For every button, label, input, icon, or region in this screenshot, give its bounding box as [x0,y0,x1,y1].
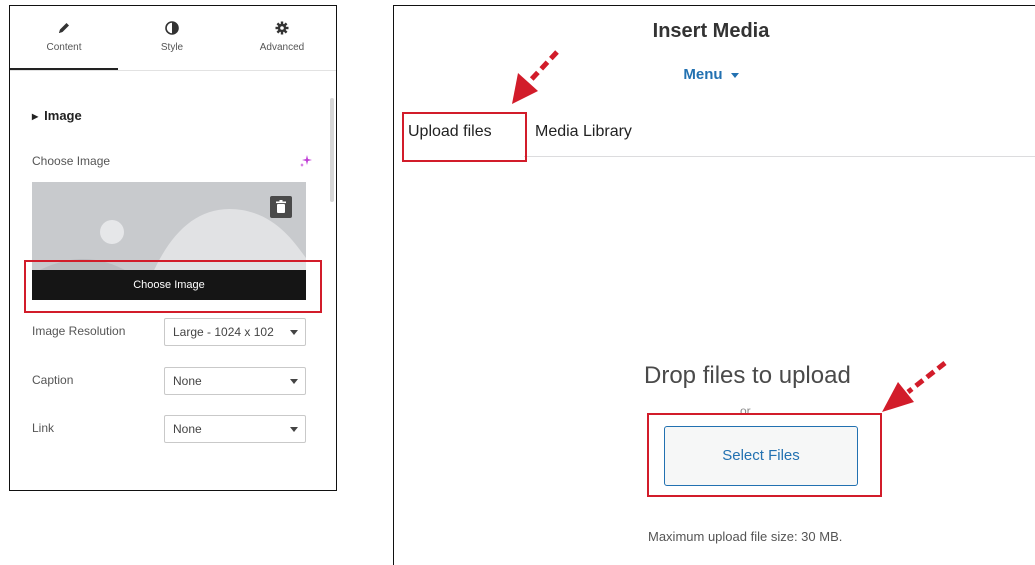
caption-label: Caption [32,373,74,387]
gear-icon [275,21,289,35]
ai-sparkle-icon[interactable] [299,154,313,168]
panel-scrollbar[interactable] [330,98,334,202]
caption-value: None [173,374,202,388]
chevron-down-icon [290,330,298,335]
image-resolution-select[interactable]: Large - 1024 x 102 [164,318,306,346]
tab-divider [10,70,336,71]
max-upload-size: Maximum upload file size: 30 MB. [648,529,843,544]
half-circle-icon [165,21,179,35]
drop-files-text: Drop files to upload [644,362,851,389]
annotation-highlight-upload-files [402,112,527,162]
menu-toggle[interactable]: Menu [394,66,1028,83]
tab-label: Content [46,42,82,53]
menu-label: Menu [683,66,723,83]
choose-image-label: Choose Image [32,154,111,168]
caption-select[interactable]: None [164,367,306,395]
insert-media-modal: Insert Media Menu Upload files Media Lib… [393,5,1035,565]
section-title: Image [44,108,82,123]
link-label: Link [32,421,55,435]
link-select[interactable]: None [164,415,306,443]
tab-media-library[interactable]: Media Library [535,123,632,141]
tab-content[interactable]: Content [10,6,118,68]
chevron-down-icon [730,72,739,78]
tab-label: Advanced [259,42,305,53]
caret-right-icon: ▶ [32,112,39,122]
elementor-panel: Content Style Advanced ▶ Image Choose Ima… [9,5,337,491]
tab-label: Style [160,42,184,53]
annotation-highlight-choose-image [24,260,322,313]
pencil-icon [59,23,69,33]
tab-divider [524,156,1035,157]
image-resolution-label: Image Resolution [32,324,126,338]
chevron-down-icon [290,379,298,384]
image-resolution-value: Large - 1024 x 102 [173,325,274,339]
tab-style[interactable]: Style [118,6,226,68]
modal-title: Insert Media [652,20,770,42]
annotation-highlight-select-files [647,413,882,497]
section-header-image[interactable]: ▶ Image [32,108,82,123]
delete-icon[interactable] [270,196,292,218]
tab-advanced[interactable]: Advanced [226,6,336,68]
link-value: None [173,422,202,436]
chevron-down-icon [290,427,298,432]
